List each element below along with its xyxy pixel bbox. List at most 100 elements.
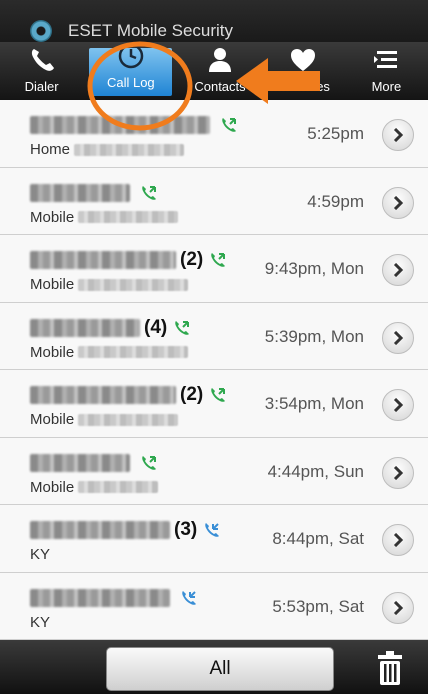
incoming-call-icon [211, 253, 226, 267]
chevron-right-icon [393, 533, 404, 547]
number-type: Home [30, 141, 185, 158]
incoming-call-icon [222, 118, 236, 132]
redacted-number [78, 413, 179, 426]
details-button[interactable] [382, 321, 414, 354]
person-icon [204, 45, 236, 75]
call-log-row[interactable]: KY 5:53pm, Sat [0, 572, 428, 640]
outgoing-call-icon [205, 523, 220, 537]
details-button[interactable] [382, 186, 414, 219]
number-type: Mobile [30, 478, 159, 496]
incoming-call-icon [175, 320, 190, 335]
contact-name-redacted: (3) [30, 519, 221, 541]
details-button[interactable] [382, 389, 414, 421]
title-bar: ESET Mobile Security [0, 0, 428, 42]
details-button[interactable] [382, 119, 414, 151]
tab-contacts-label: Contacts [194, 79, 246, 94]
call-time: 5:39pm, Mon [264, 326, 364, 346]
number-type-label: KY [30, 613, 51, 631]
contact-name-redacted [30, 452, 158, 474]
number-type-label: Mobile [30, 343, 75, 361]
bottom-bar: All [0, 640, 428, 694]
details-button[interactable] [382, 254, 414, 286]
outgoing-call-icon [182, 590, 196, 605]
clock-icon [115, 41, 147, 71]
call-count: (4) [144, 316, 168, 338]
number-type: Mobile [30, 411, 179, 428]
call-time: 5:25pm [307, 124, 364, 143]
number-type: Mobile [30, 343, 189, 361]
call-log-row[interactable]: (2) Mobile 3:54pm, Mon [0, 370, 428, 438]
tab-call-log[interactable]: Call Log [89, 43, 173, 96]
chevron-right-icon [393, 465, 404, 480]
number-type: Mobile [30, 276, 189, 293]
phone-icon [26, 45, 58, 75]
redacted-number [78, 346, 189, 358]
tab-more-label: More [371, 79, 402, 94]
redacted-number [78, 211, 179, 223]
incoming-call-icon [211, 388, 226, 402]
number-type: KY [30, 546, 50, 563]
number-type-label: Mobile [30, 478, 75, 496]
tab-dialer-label: Dialer [24, 79, 59, 94]
number-type-label: Mobile [30, 411, 75, 428]
trash-icon[interactable] [377, 650, 403, 686]
call-count: (2) [180, 249, 204, 270]
call-count: (2) [180, 384, 204, 405]
details-button[interactable] [382, 591, 414, 624]
tab-dialer[interactable]: Dialer [0, 42, 83, 100]
redacted-name [30, 588, 170, 607]
chevron-right-icon [393, 195, 404, 210]
chevron-right-icon [393, 600, 404, 615]
redacted-number [74, 143, 185, 156]
call-log-row[interactable]: Mobile 4:59pm [0, 167, 428, 235]
chevron-right-icon [393, 330, 404, 345]
call-time: 5:53pm, Sat [272, 596, 364, 616]
heart-icon [287, 45, 319, 75]
chevron-right-icon [393, 128, 404, 142]
contact-name-redacted [30, 182, 158, 204]
app-title: ESET Mobile Security [68, 21, 234, 40]
details-button[interactable] [382, 456, 414, 489]
menu-list-icon [370, 45, 402, 75]
eset-logo-icon [30, 20, 52, 42]
contact-name-redacted [30, 114, 238, 136]
chevron-right-icon [393, 398, 404, 412]
contact-name-redacted: (2) [30, 384, 227, 406]
call-log-row[interactable]: (3) KY 8:44pm, Sat [0, 505, 428, 573]
tab-bar: Dialer Call Log Contacts Favorites More [0, 42, 428, 100]
tab-call-log-label: Call Log [106, 75, 155, 90]
redacted-name [30, 386, 176, 404]
tab-favorites[interactable]: Favorites [262, 42, 345, 100]
details-button[interactable] [382, 524, 414, 556]
filter-all-button[interactable]: All [106, 647, 334, 691]
tab-more[interactable]: More [345, 42, 428, 100]
call-log-row[interactable]: Home 5:25pm [0, 100, 428, 168]
incoming-call-icon [142, 185, 156, 200]
number-type: KY [30, 614, 50, 631]
call-log-row[interactable]: (4) Mobile 5:39pm, Mon [0, 302, 428, 370]
call-log-row[interactable]: (2) Mobile 9:43pm, Mon [0, 235, 428, 303]
redacted-name [30, 183, 130, 202]
call-time: 9:43pm, Mon [264, 259, 364, 278]
redacted-number [78, 481, 159, 493]
redacted-name [30, 116, 210, 134]
contact-name-redacted [30, 587, 198, 609]
number-type-label: Mobile [30, 208, 75, 226]
number-type-label: Home [30, 141, 71, 158]
call-log-list: Home 5:25pm Mobile 4:59pm (2) Mobile 9:4… [0, 100, 428, 640]
call-time: 8:44pm, Sat [272, 529, 364, 548]
call-log-row[interactable]: Mobile 4:44pm, Sun [0, 437, 428, 505]
redacted-name [30, 251, 176, 269]
redacted-number [78, 278, 189, 291]
call-time: 4:59pm [307, 191, 364, 211]
number-type: Mobile [30, 208, 179, 226]
number-type-label: Mobile [30, 276, 75, 293]
call-count: (3) [174, 519, 198, 540]
number-type-label: KY [30, 546, 51, 563]
tab-contacts[interactable]: Contacts [178, 42, 261, 100]
tab-favorites-label: Favorites [276, 79, 330, 94]
call-time: 4:44pm, Sun [267, 461, 364, 481]
redacted-name [30, 521, 170, 539]
incoming-call-icon [142, 455, 156, 470]
call-time: 3:54pm, Mon [264, 394, 364, 413]
